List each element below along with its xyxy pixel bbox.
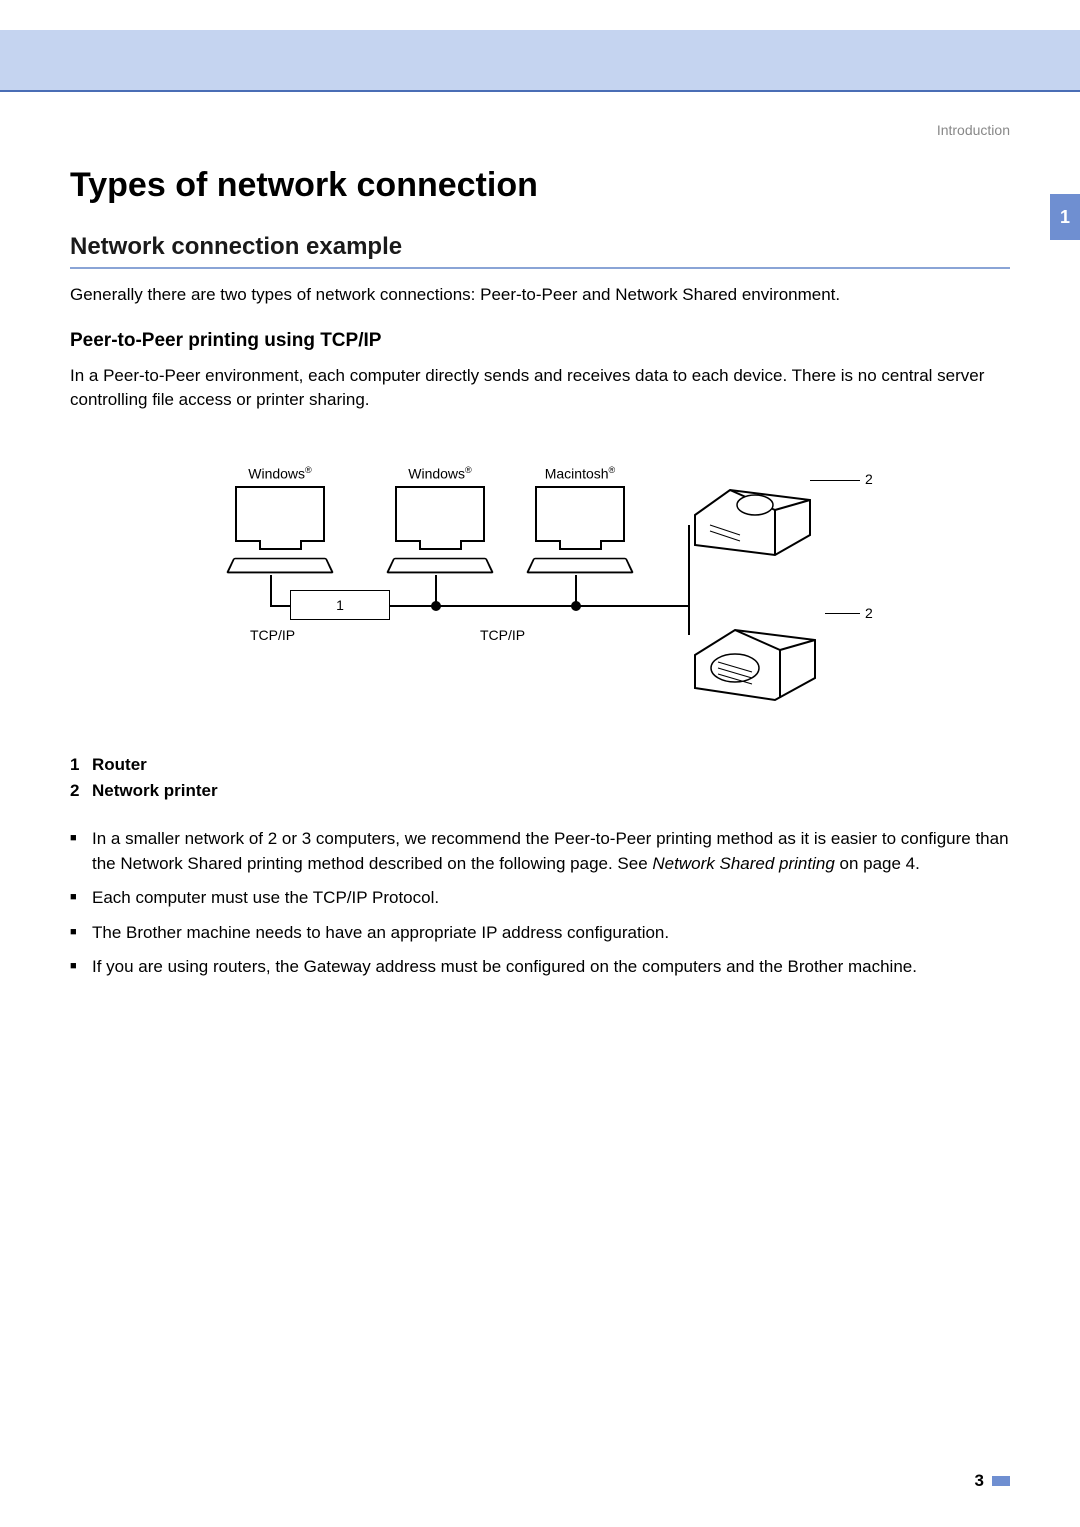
page-number: 3 bbox=[975, 1471, 984, 1491]
callout-number-b: 2 bbox=[865, 605, 873, 621]
tcpip-label-2: TCP/IP bbox=[480, 627, 525, 643]
breadcrumb: Introduction bbox=[70, 122, 1010, 138]
printer-icon-1 bbox=[680, 455, 830, 565]
monitor-icon bbox=[235, 486, 325, 542]
page-content: Introduction Types of network connection… bbox=[0, 92, 1080, 980]
heading-3: Peer-to-Peer printing using TCP/IP bbox=[70, 330, 1010, 352]
bullet-item-4: If you are using routers, the Gateway ad… bbox=[92, 955, 1010, 980]
label-text: Windows bbox=[408, 466, 465, 482]
network-drop bbox=[270, 575, 272, 605]
monitor-icon bbox=[535, 486, 625, 542]
callout-number-a: 2 bbox=[865, 471, 873, 487]
heading-1: Types of network connection bbox=[70, 166, 1010, 205]
tcpip-label-1: TCP/IP bbox=[250, 627, 295, 643]
intro-paragraph: Generally there are two types of network… bbox=[70, 283, 1010, 308]
heading-2: Network connection example bbox=[70, 233, 1010, 261]
label-text: Windows bbox=[248, 466, 305, 482]
printer-icon-2 bbox=[680, 600, 830, 710]
page-footer: 3 bbox=[975, 1471, 1010, 1491]
footer-decoration bbox=[992, 1476, 1010, 1486]
bullet-item-2: Each computer must use the TCP/IP Protoc… bbox=[92, 886, 1010, 911]
keyboard-icon bbox=[226, 557, 334, 573]
registered-mark: ® bbox=[465, 465, 472, 475]
computer-3-label: Macintosh® bbox=[520, 465, 640, 482]
bullet-text: on page 4. bbox=[835, 854, 920, 873]
legend-item-1: 1Router bbox=[70, 755, 1010, 775]
router-box: 1 bbox=[290, 590, 390, 620]
legend-item-2: 2Network printer bbox=[70, 781, 1010, 801]
paragraph-2: In a Peer-to-Peer environment, each comp… bbox=[70, 364, 1010, 413]
legend-num: 2 bbox=[70, 781, 92, 801]
keyboard-icon bbox=[386, 557, 494, 573]
diagram-computer-1: Windows® bbox=[220, 465, 340, 574]
callout-line bbox=[825, 613, 860, 614]
legend-label: Network printer bbox=[92, 781, 218, 800]
header-spacer bbox=[0, 0, 1080, 30]
bullet-item-3: The Brother machine needs to have an app… bbox=[92, 921, 1010, 946]
computer-1-label: Windows® bbox=[220, 465, 340, 482]
chapter-tab: 1 bbox=[1050, 194, 1080, 240]
bullet-list: In a smaller network of 2 or 3 computers… bbox=[70, 827, 1010, 980]
callout-line bbox=[810, 480, 860, 481]
keyboard-icon bbox=[526, 557, 634, 573]
router-number: 1 bbox=[336, 597, 344, 613]
h3-part: Peer bbox=[70, 330, 111, 351]
heading-2-wrap: Network connection example bbox=[70, 233, 1010, 269]
bullet-item-1: In a smaller network of 2 or 3 computers… bbox=[92, 827, 1010, 876]
h3-part: to bbox=[118, 330, 136, 351]
h3-part: Peer printing using TCP/IP bbox=[142, 330, 382, 351]
computer-2-label: Windows® bbox=[380, 465, 500, 482]
diagram-legend: 1Router 2Network printer bbox=[70, 755, 1010, 801]
registered-mark: ® bbox=[609, 465, 616, 475]
bullet-italic-ref: Network Shared printing bbox=[652, 854, 834, 873]
registered-mark: ® bbox=[305, 465, 312, 475]
diagram-computer-3: Macintosh® bbox=[520, 465, 640, 574]
legend-num: 1 bbox=[70, 755, 92, 775]
heading-2-rule bbox=[70, 267, 1010, 269]
label-text: Macintosh bbox=[545, 466, 609, 482]
diagram-computer-2: Windows® bbox=[380, 465, 500, 574]
legend-label: Router bbox=[92, 755, 147, 774]
network-node bbox=[431, 601, 441, 611]
header-band bbox=[0, 30, 1080, 90]
network-diagram: Windows® Windows® Macintosh® bbox=[210, 435, 870, 725]
network-node bbox=[571, 601, 581, 611]
monitor-icon bbox=[395, 486, 485, 542]
